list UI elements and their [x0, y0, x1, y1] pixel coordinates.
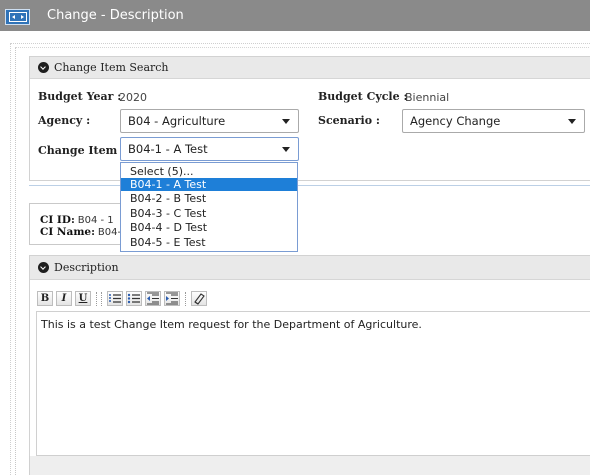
dropdown-option[interactable]: B04-2 - B Test: [121, 192, 297, 205]
panel-header[interactable]: Description: [30, 256, 590, 280]
unordered-list-icon[interactable]: [126, 291, 142, 306]
toolbar-separator: [96, 292, 97, 306]
eraser-icon[interactable]: [191, 291, 207, 306]
budget-cycle-value: Biennial: [405, 91, 450, 104]
section-divider: [29, 185, 590, 186]
scenario-select-value: Agency Change: [410, 114, 501, 128]
underline-icon[interactable]: U: [75, 291, 91, 306]
editor-toolbar: B I U: [37, 285, 590, 311]
panel-title: Description: [54, 261, 119, 274]
bold-icon[interactable]: B: [37, 291, 53, 306]
dropdown-option-selected[interactable]: B04-1 - A Test: [121, 178, 297, 191]
change-item-select-value: B04-1 - A Test: [128, 142, 208, 156]
budget-year-label: Budget Year :: [38, 90, 122, 103]
description-editor[interactable]: This is a test Change Item request for t…: [36, 311, 590, 456]
collapse-chevron-icon[interactable]: [38, 262, 49, 273]
collapse-chevron-icon[interactable]: [38, 62, 49, 73]
editor-footer: [29, 456, 590, 475]
ci-id-value: B04 - 1: [77, 215, 114, 226]
window-app-icon: [5, 9, 30, 25]
toolbar-separator: [185, 292, 186, 306]
ci-name-label: CI Name:: [40, 226, 95, 238]
outdent-icon[interactable]: [145, 291, 161, 306]
window-title: Change - Description: [47, 8, 184, 23]
agency-select[interactable]: B04 - Agriculture: [120, 109, 299, 133]
dropdown-arrow-icon: [568, 119, 576, 124]
toolbar-separator: [101, 292, 102, 306]
dropdown-option[interactable]: B04-4 - D Test: [121, 221, 297, 234]
ci-info-box: CI ID: B04 - 1 CI Name: B04-1: [29, 203, 129, 245]
title-bar: Change - Description: [0, 0, 590, 31]
agency-select-value: B04 - Agriculture: [128, 114, 226, 128]
agency-label: Agency :: [38, 114, 91, 127]
ci-name-line: CI Name: B04-1: [40, 226, 127, 238]
budget-year-value: 2020: [119, 91, 147, 104]
dropdown-option[interactable]: Select (5)...: [121, 165, 297, 178]
dropdown-option[interactable]: B04-5 - E Test: [121, 236, 297, 249]
ci-id-label: CI ID:: [40, 214, 75, 226]
ordered-list-icon[interactable]: [107, 291, 123, 306]
panel-title: Change Item Search: [54, 61, 169, 74]
italic-icon[interactable]: I: [56, 291, 72, 306]
dropdown-arrow-icon: [282, 119, 290, 124]
change-item-select[interactable]: B04-1 - A Test: [120, 137, 299, 161]
ci-id-line: CI ID: B04 - 1: [40, 214, 114, 226]
scenario-select[interactable]: Agency Change: [402, 109, 585, 133]
scenario-label: Scenario :: [318, 114, 380, 127]
panel-header[interactable]: Change Item Search: [30, 57, 590, 79]
description-text[interactable]: This is a test Change Item request for t…: [41, 318, 422, 331]
dropdown-arrow-icon: [282, 147, 290, 152]
change-item-dropdown-list[interactable]: Select (5)... B04-1 - A Test B04-2 - B T…: [120, 162, 298, 252]
change-item-label: Change Item :: [38, 144, 126, 157]
budget-cycle-label: Budget Cycle :: [318, 90, 408, 103]
indent-icon[interactable]: [164, 291, 180, 306]
dropdown-option[interactable]: B04-3 - C Test: [121, 207, 297, 220]
